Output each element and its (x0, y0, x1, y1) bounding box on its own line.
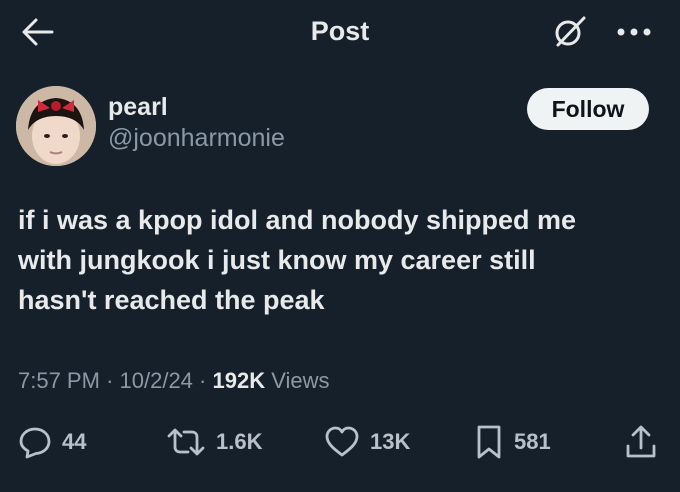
post-text-line: hasn't reached the peak (18, 285, 325, 315)
post-text: if i was a kpop idol and nobody shipped … (18, 200, 658, 320)
bookmark-icon (474, 424, 504, 460)
follow-button[interactable]: Follow (527, 88, 649, 130)
like-count: 13K (370, 429, 411, 454)
repost-button[interactable]: 1.6K (166, 420, 262, 464)
more-horizontal-icon (616, 27, 652, 37)
post-date[interactable]: 10/2/24 (120, 368, 193, 393)
action-bar: 44 1.6K 13K 581 (0, 420, 680, 464)
bookmark-count: 581 (514, 429, 551, 454)
avatar[interactable] (16, 86, 96, 166)
like-button[interactable]: 13K (324, 420, 410, 464)
post-text-line: with jungkook i just know my career stil… (18, 245, 536, 275)
post-time[interactable]: 7:57 PM (18, 368, 100, 393)
views-label: Views (271, 368, 330, 393)
post-meta: 7:57 PM · 10/2/24 · 192K Views (18, 368, 330, 394)
more-options-button[interactable] (608, 12, 660, 52)
bookmark-button[interactable]: 581 (474, 420, 551, 464)
grok-icon (551, 14, 587, 50)
repost-count: 1.6K (216, 429, 263, 454)
meta-separator: · (199, 368, 207, 393)
repost-icon (166, 425, 206, 459)
reply-count: 44 (62, 429, 87, 454)
author-handle[interactable]: @joonharmonie (108, 124, 285, 153)
post-text-line: if i was a kpop idol and nobody shipped … (18, 205, 577, 235)
grok-button[interactable] (548, 12, 590, 52)
meta-separator: · (106, 368, 114, 393)
reply-button[interactable]: 44 (18, 420, 86, 464)
views-count[interactable]: 192K (213, 368, 266, 393)
share-button[interactable] (624, 420, 658, 464)
avatar-image (16, 86, 96, 166)
heart-icon (324, 425, 360, 459)
share-icon (624, 424, 658, 460)
post-detail-screen: Post pearl @joonharmonie Follow if i was… (0, 0, 680, 492)
reply-icon (18, 425, 52, 459)
top-bar: Post (0, 0, 680, 66)
author-display-name[interactable]: pearl (108, 93, 168, 122)
